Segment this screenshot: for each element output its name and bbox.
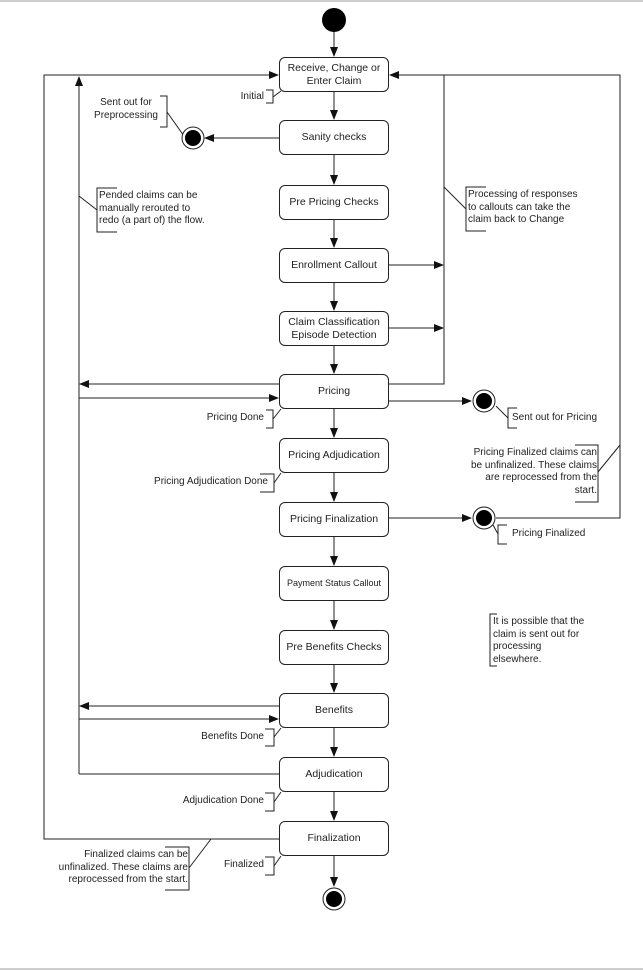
state-pre-pricing-checks[interactable]: Pre Pricing Checks	[279, 185, 389, 220]
note-elsewhere: It is possible that the claim is sent ou…	[493, 616, 585, 665]
state-adjudication[interactable]: Adjudication	[279, 757, 389, 792]
label-sent-out-preprocessing: Sent out for Preprocessing	[94, 97, 158, 121]
bracket-pricing-finalized	[497, 524, 507, 545]
state-claim-classification[interactable]: Claim Classification Episode Detection	[279, 311, 389, 346]
label-pricing-done: Pricing Done	[206, 412, 264, 423]
note-pricing-unfinalize: Pricing Finalized claims can be unfinali…	[471, 447, 597, 496]
state-finalization[interactable]: Finalization	[279, 821, 389, 856]
state-enrollment-callout[interactable]: Enrollment Callout	[279, 248, 389, 283]
state-benefits[interactable]: Benefits	[279, 693, 389, 728]
state-pre-benefits-checks[interactable]: Pre Benefits Checks	[279, 630, 389, 665]
state-pricing[interactable]: Pricing	[279, 374, 389, 409]
final-node-pricing-finalized	[472, 506, 496, 530]
state-sanity-checks[interactable]: Sanity checks	[279, 120, 389, 155]
note-pended-claims: Pended claims can be manually rerouted t…	[99, 190, 205, 226]
note-finalized-unfinalize: Finalized claims can be unfinalized. The…	[58, 849, 188, 885]
label-pricing-finalized: Pricing Finalized	[512, 528, 586, 539]
final-node-pricing	[472, 389, 496, 413]
bracket-pricing-done	[266, 409, 274, 429]
state-pricing-finalization[interactable]: Pricing Finalization	[279, 502, 389, 537]
bracket-adjudication-done	[265, 792, 275, 812]
label-initial: Initial	[240, 91, 264, 102]
label-adjudication-done: Adjudication Done	[182, 795, 264, 806]
state-payment-status-callout[interactable]: Payment Status Callout	[279, 566, 389, 601]
label-benefits-done: Benefits Done	[201, 731, 264, 742]
note-callouts: Processing of responses to callouts can …	[468, 189, 578, 225]
initial-node	[322, 8, 346, 32]
bracket-initial	[266, 89, 274, 104]
edge-pricing-callout-loop	[389, 71, 445, 385]
state-pricing-adjudication[interactable]: Pricing Adjudication	[279, 438, 389, 473]
final-node-preprocessing	[181, 126, 205, 150]
label-pricing-adjudication-done: Pricing Adjudication Done	[154, 476, 268, 487]
label-sent-out-pricing: Sent out for Pricing	[512, 412, 598, 423]
final-node-end	[322, 887, 346, 911]
bracket-finalized	[265, 856, 275, 876]
label-finalized: Finalized	[223, 859, 264, 870]
state-receive[interactable]: Receive, Change or Enter Claim	[279, 57, 389, 92]
bracket-benefits-done	[265, 728, 275, 747]
